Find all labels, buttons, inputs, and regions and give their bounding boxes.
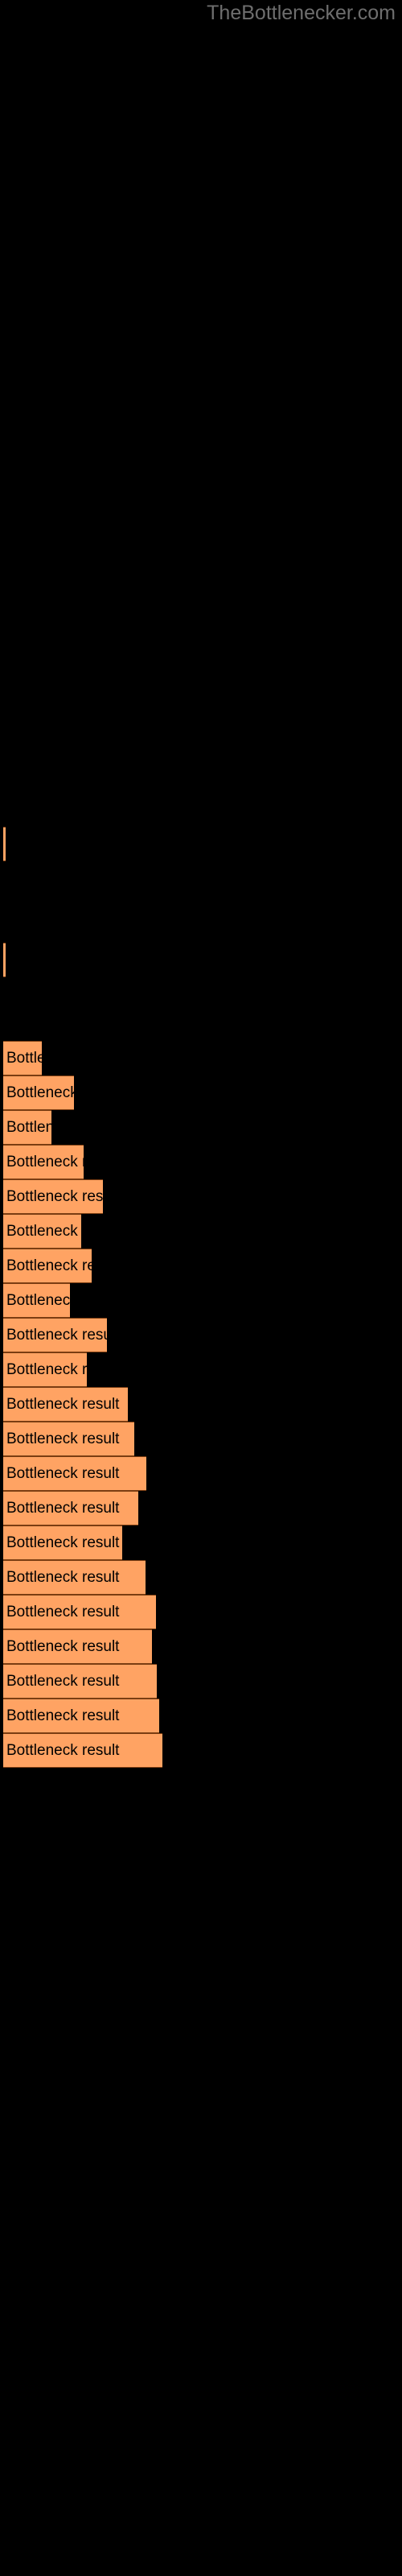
chart-bar: Bottleneck result	[3, 1422, 134, 1456]
chart-bar-clip: Bottleneck result	[3, 943, 6, 977]
chart-bar: Bottleneck result	[3, 1075, 74, 1110]
chart-bar-rect	[3, 1283, 70, 1318]
chart-bar: Bottleneck result	[3, 943, 6, 977]
chart-bar: Bottleneck result	[3, 1318, 107, 1352]
chart-bar-clip: Bottleneck result	[3, 1422, 134, 1456]
chart-bar-rect	[3, 1041, 42, 1075]
chart-bar-clip: Bottleneck result	[3, 1075, 74, 1110]
chart-bar: Bottleneck result	[3, 1387, 128, 1422]
chart-bar-clip: Bottleneck result	[3, 1145, 84, 1179]
chart-bar: Bottleneck result	[3, 1352, 87, 1387]
chart-bar-clip: Bottleneck result	[3, 1664, 157, 1699]
chart-bar-rect	[3, 1318, 107, 1352]
chart-bar-rect	[3, 1456, 146, 1491]
chart-bar-clip: Bottleneck result	[3, 1491, 138, 1525]
chart-bar-clip: Bottleneck result	[3, 1456, 146, 1491]
chart-bar-clip: Bottleneck result	[3, 1214, 81, 1249]
chart-bar: Bottleneck result	[3, 1629, 152, 1664]
chart-bar-clip: Bottleneck result	[3, 1041, 42, 1075]
chart-bar-rect	[3, 1595, 156, 1629]
chart-bar-rect	[3, 1733, 162, 1768]
chart-bar: Bottleneck result	[3, 1110, 51, 1145]
chart-bar: Bottleneck result	[3, 1699, 159, 1733]
chart-bar-rect	[3, 1422, 134, 1456]
chart-bar-rect	[3, 1525, 122, 1560]
chart-bar-rect	[3, 1560, 146, 1595]
chart-bar-clip: Bottleneck result	[3, 1560, 146, 1595]
chart-bar: Bottleneck result	[3, 1491, 138, 1525]
chart-bar-clip: Bottleneck result	[3, 1699, 159, 1733]
chart-bar: Bottleneck result	[3, 1595, 156, 1629]
chart-bar: Bottleneck result	[3, 1664, 157, 1699]
chart-bar-rect	[3, 943, 6, 977]
chart-bar-rect	[3, 1145, 84, 1179]
chart-bar: Bottleneck result	[3, 1560, 146, 1595]
chart-bar-clip: Bottleneck result	[3, 1629, 152, 1664]
chart-bar: Bottleneck result	[3, 1456, 146, 1491]
chart-bar-rect	[3, 1664, 157, 1699]
chart-bar-clip: Bottleneck result	[3, 827, 6, 861]
bottleneck-bar-chart: Bottleneck resultBottleneck resultBottle…	[0, 0, 402, 2576]
chart-bar: Bottleneck result	[3, 1283, 70, 1318]
chart-bar: Bottleneck result	[3, 827, 6, 861]
chart-bar-rect	[3, 1110, 51, 1145]
chart-bar-rect	[3, 827, 6, 861]
chart-bar-rect	[3, 1491, 138, 1525]
chart-bar-clip: Bottleneck result	[3, 1249, 92, 1283]
chart-bar-clip: Bottleneck result	[3, 1595, 156, 1629]
chart-bar-clip: Bottleneck result	[3, 1525, 122, 1560]
chart-bar: Bottleneck result	[3, 1179, 103, 1214]
chart-bar: Bottleneck result	[3, 1145, 84, 1179]
chart-bar: Bottleneck result	[3, 1733, 162, 1768]
chart-bar: Bottleneck result	[3, 1249, 92, 1283]
chart-bar-clip: Bottleneck result	[3, 1283, 70, 1318]
chart-bar-rect	[3, 1075, 74, 1110]
chart-bar-rect	[3, 1179, 103, 1214]
chart-bar-rect	[3, 1629, 152, 1664]
chart-bar-clip: Bottleneck result	[3, 1387, 128, 1422]
chart-bar-clip: Bottleneck result	[3, 1110, 51, 1145]
chart-bar: Bottleneck result	[3, 1041, 42, 1075]
chart-bar: Bottleneck result	[3, 1525, 122, 1560]
chart-bar-clip: Bottleneck result	[3, 1733, 162, 1768]
chart-bar-rect	[3, 1249, 92, 1283]
chart-bar-rect	[3, 1352, 87, 1387]
chart-bar-clip: Bottleneck result	[3, 1352, 87, 1387]
chart-bar-rect	[3, 1699, 159, 1733]
chart-bar: Bottleneck result	[3, 1214, 81, 1249]
chart-bar-rect	[3, 1214, 81, 1249]
chart-bar-clip: Bottleneck result	[3, 1318, 107, 1352]
chart-bar-rect	[3, 1387, 128, 1422]
chart-bar-clip: Bottleneck result	[3, 1179, 103, 1214]
